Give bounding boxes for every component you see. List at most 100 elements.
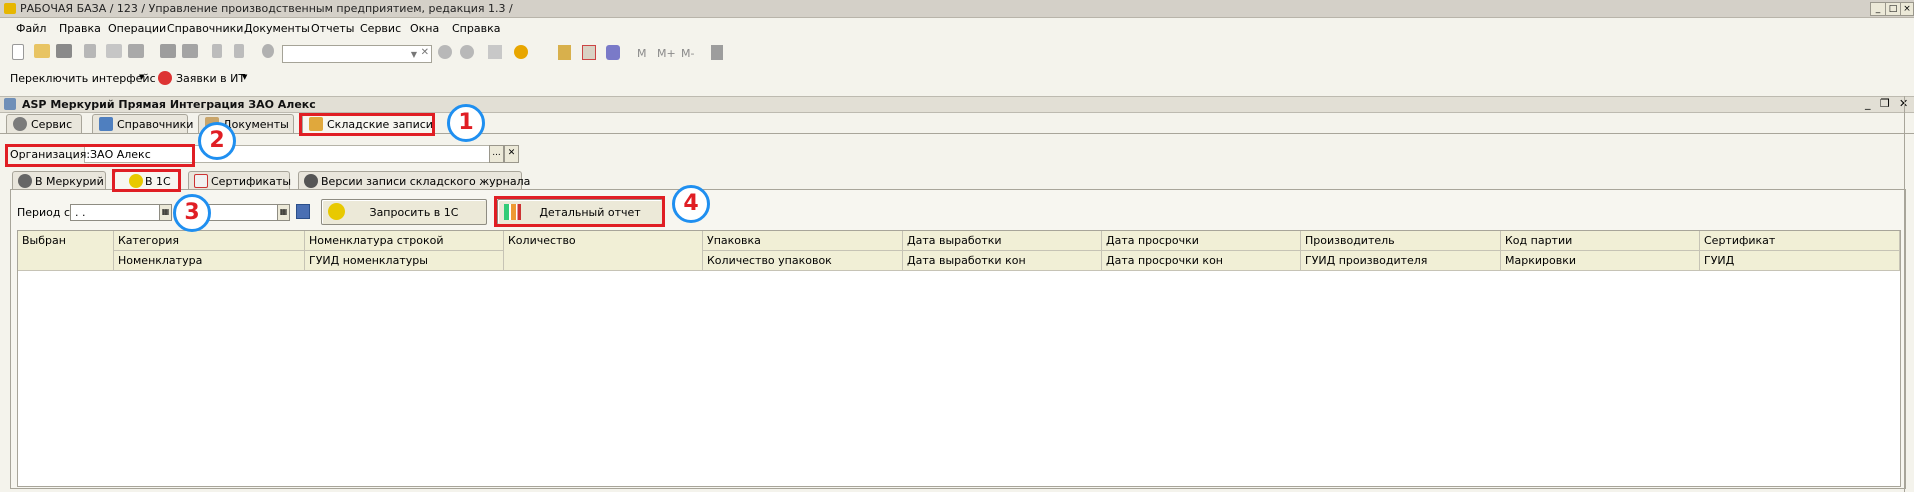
request-button-label: Запросить в 1С bbox=[369, 206, 459, 219]
column-header[interactable]: Сертификат bbox=[1700, 231, 1900, 251]
select-organization-button[interactable]: ... bbox=[489, 145, 504, 163]
open-folder-icon[interactable] bbox=[34, 44, 50, 58]
alarm-icon bbox=[158, 71, 172, 85]
print-icon[interactable] bbox=[160, 44, 176, 58]
print-preview-icon[interactable] bbox=[182, 44, 198, 58]
certificate-icon bbox=[194, 174, 208, 188]
new-doc-icon[interactable] bbox=[12, 44, 24, 60]
app-logo-icon bbox=[4, 3, 16, 14]
close-button[interactable]: × bbox=[1900, 2, 1914, 16]
calendar-icon[interactable] bbox=[582, 45, 596, 60]
requests-button[interactable]: Заявки в ИТ bbox=[176, 72, 245, 85]
column-header[interactable]: Маркировки bbox=[1501, 251, 1700, 271]
column-header[interactable]: Номенклатура строкой bbox=[305, 231, 504, 251]
column-header[interactable]: Производитель bbox=[1301, 231, 1501, 251]
column-header[interactable]: Дата просрочки кон bbox=[1102, 251, 1301, 271]
switch-interface-button[interactable]: Переключить интерфейс bbox=[10, 72, 156, 85]
column-header[interactable]: Категория bbox=[114, 231, 305, 251]
find-prev-icon[interactable] bbox=[460, 45, 474, 59]
dropdown-arrow-icon: ▼ bbox=[242, 73, 248, 81]
menu-file[interactable]: Файл bbox=[16, 22, 46, 35]
annotation-marker-4: 4 bbox=[672, 185, 710, 223]
copy-icon[interactable] bbox=[106, 44, 122, 58]
records-table[interactable]: Выбран Категория Номенклатура строкой Ко… bbox=[17, 230, 1901, 487]
cut-icon[interactable] bbox=[84, 44, 96, 58]
book-icon bbox=[99, 117, 113, 131]
calendar-icon[interactable]: ▦ bbox=[159, 204, 172, 221]
menu-documents[interactable]: Документы bbox=[244, 22, 310, 35]
tab-label: Версии записи складского журнала bbox=[321, 175, 531, 188]
period-select-icon[interactable] bbox=[296, 204, 310, 219]
column-header[interactable]: ГУИД bbox=[1700, 251, 1900, 271]
column-header[interactable]: Номенклатура bbox=[114, 251, 305, 271]
save-icon[interactable] bbox=[56, 44, 72, 58]
app-title: РАБОЧАЯ БАЗА / 123 / Управление производ… bbox=[20, 2, 513, 15]
tab-divider bbox=[0, 133, 1914, 134]
annotation-marker-2: 2 bbox=[198, 122, 236, 160]
request-to-1c-button[interactable]: Запросить в 1С bbox=[321, 199, 487, 225]
tab-references[interactable]: Справочники bbox=[92, 114, 193, 134]
tools-icon[interactable] bbox=[711, 45, 723, 60]
tab-to-mercury[interactable]: В Меркурий bbox=[12, 171, 106, 190]
dropdown-arrow-icon: ▼ bbox=[139, 73, 145, 81]
calculator-icon[interactable] bbox=[558, 45, 571, 60]
menu-service[interactable]: Сервис bbox=[360, 22, 401, 35]
column-header[interactable]: Количество упаковок bbox=[703, 251, 903, 271]
column-header[interactable]: Дата выработки кон bbox=[903, 251, 1102, 271]
search-combo[interactable]: ▼ ✕ bbox=[282, 45, 432, 63]
find-next-icon[interactable] bbox=[438, 45, 452, 59]
column-header[interactable]: Дата выработки bbox=[903, 231, 1102, 251]
redo-icon[interactable] bbox=[234, 44, 244, 58]
period-label: Период с: bbox=[17, 206, 74, 219]
users-icon[interactable] bbox=[606, 45, 620, 60]
annotation-marker-1: 1 bbox=[447, 104, 485, 142]
form-restore-button[interactable]: ❐ bbox=[1880, 97, 1890, 110]
column-header[interactable]: Выбран bbox=[18, 231, 114, 271]
chevron-down-icon[interactable]: ▼ bbox=[411, 50, 417, 59]
tab-service[interactable]: Сервис bbox=[6, 114, 82, 134]
window-border bbox=[1904, 96, 1905, 492]
annotation-box-2 bbox=[5, 144, 195, 167]
date-from-value: . . bbox=[75, 206, 86, 219]
menu-operations[interactable]: Операции bbox=[108, 22, 166, 35]
clear-icon[interactable]: ✕ bbox=[421, 47, 429, 58]
tab-label: Справочники bbox=[117, 118, 194, 131]
info-icon[interactable] bbox=[514, 45, 528, 59]
menu-references[interactable]: Справочники bbox=[167, 22, 243, 35]
menu-windows[interactable]: Окна bbox=[410, 22, 439, 35]
annotation-marker-3: 3 bbox=[173, 194, 211, 232]
column-header[interactable]: Количество bbox=[504, 231, 703, 271]
form-icon bbox=[4, 98, 16, 110]
column-header[interactable]: ГУИД номенклатуры bbox=[305, 251, 504, 271]
tab-label: Сервис bbox=[31, 118, 73, 131]
maximize-button[interactable]: □ bbox=[1885, 2, 1901, 16]
memory-plus-icon: M+ bbox=[657, 47, 676, 60]
mercury-icon bbox=[18, 174, 32, 188]
menu-edit[interactable]: Правка bbox=[59, 22, 101, 35]
menu-bar: Файл Правка Операции Справочники Докумен… bbox=[0, 18, 1914, 38]
clear-organization-button[interactable]: ✕ bbox=[504, 145, 519, 163]
menu-help[interactable]: Справка bbox=[452, 22, 500, 35]
form-minimize-button[interactable]: _ bbox=[1865, 97, 1871, 110]
gear-icon bbox=[13, 117, 27, 131]
column-header[interactable]: Упаковка bbox=[703, 231, 903, 251]
menu-reports[interactable]: Отчеты bbox=[311, 22, 354, 35]
undo-icon[interactable] bbox=[212, 44, 222, 58]
column-header[interactable]: Дата просрочки bbox=[1102, 231, 1301, 251]
memory-minus-icon: M- bbox=[681, 47, 695, 60]
minimize-button[interactable]: _ bbox=[1870, 2, 1886, 16]
tab-label: Документы bbox=[223, 118, 289, 131]
tab-journal-versions[interactable]: Версии записи складского журнала bbox=[298, 171, 530, 190]
annotation-box-4 bbox=[494, 196, 665, 227]
paste-icon[interactable] bbox=[128, 44, 144, 58]
tab-certificates[interactable]: Сертификаты bbox=[188, 171, 292, 190]
column-header[interactable]: ГУИД производителя bbox=[1301, 251, 1501, 271]
tab-label: Сертификаты bbox=[211, 175, 292, 188]
memory-m-icon: M bbox=[637, 47, 647, 60]
tab-label: В Меркурий bbox=[35, 175, 104, 188]
date-from-field[interactable]: . . bbox=[70, 204, 160, 221]
column-header[interactable]: Код партии bbox=[1501, 231, 1700, 251]
windows-icon[interactable] bbox=[488, 45, 502, 59]
calendar-icon[interactable]: ▦ bbox=[277, 204, 290, 221]
search-icon[interactable] bbox=[262, 44, 274, 58]
